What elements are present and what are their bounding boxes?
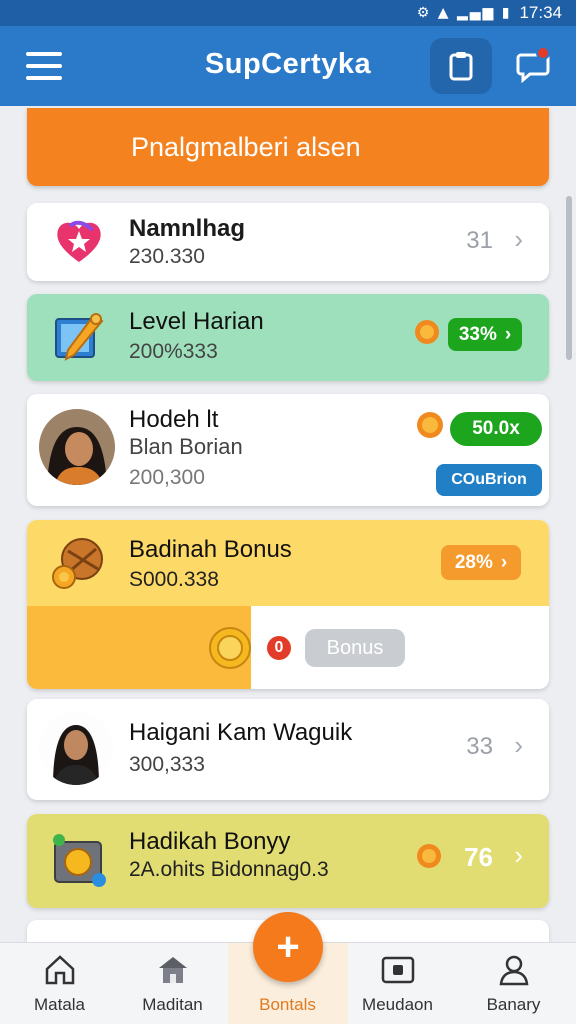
- scrollbar[interactable]: [566, 196, 572, 360]
- pencil-tablet-icon: [45, 304, 113, 372]
- bonus-button[interactable]: Bonus: [305, 629, 405, 667]
- chat-button[interactable]: [510, 44, 556, 90]
- card-title: Namnlhag: [129, 215, 246, 242]
- badge-button[interactable]: 50.0x: [450, 412, 542, 446]
- bonus-button-label: Bonus: [326, 636, 384, 659]
- app-bar: SupCertyka: [0, 26, 576, 106]
- status-bar: ⚙ ▲ ▂▄▆ ▮ 17:34: [0, 0, 576, 26]
- card-subtitle: Blan Borian: [129, 434, 243, 459]
- card-subtitle: 230.330: [129, 245, 205, 268]
- coin-icon: [209, 627, 251, 669]
- badge-value: 28%: [454, 551, 493, 573]
- card-count: 33: [466, 733, 493, 760]
- coin-icon: [415, 320, 439, 344]
- bonus-count-badge: 0: [267, 636, 291, 660]
- nav-label: Maditan: [142, 995, 203, 1014]
- clipboard-icon: [449, 52, 473, 81]
- chevron-right-icon: ›: [504, 323, 512, 345]
- card-title: Level Harian: [129, 308, 264, 335]
- card-count: 31: [466, 227, 493, 254]
- avatar: [39, 409, 115, 485]
- status-time: 17:34: [519, 3, 562, 22]
- list-card[interactable]: Hadikah Bonyy 2A.ohits Bidonnag0.3 76 ›: [27, 814, 549, 908]
- bonus-card[interactable]: Badinah Bonus S000.338 28% › 0 Bonus: [27, 520, 549, 689]
- chevron-right-icon: ›: [514, 840, 523, 870]
- chevron-right-icon: ›: [500, 551, 508, 573]
- nav-label: Banary: [486, 995, 541, 1014]
- badge-button[interactable]: 28% ›: [441, 545, 521, 580]
- clipboard-button[interactable]: [430, 38, 492, 94]
- list-card[interactable]: Hodeh lt Blan Borian 200,300 50.0x COuBr…: [27, 394, 549, 506]
- nav-label: Meudaon: [362, 995, 433, 1014]
- card-title: Haigani Kam Waguik: [129, 719, 353, 746]
- coin-icon: [417, 412, 443, 438]
- card-title: Badinah Bonus: [129, 536, 292, 563]
- nav-item-profile[interactable]: Banary: [456, 943, 571, 1024]
- nav-item-store[interactable]: Maditan: [115, 943, 230, 1024]
- card-detail: 200,300: [129, 466, 205, 489]
- nav-label: Matala: [33, 995, 86, 1014]
- nav-item-home[interactable]: Matala: [2, 943, 117, 1024]
- treasure-coins-icon: [45, 528, 113, 596]
- status-icons: ⚙ ▲ ▂▄▆ ▮: [416, 5, 512, 21]
- collect-label: COuBrion: [451, 471, 527, 488]
- card-title: Hodeh lt: [129, 406, 219, 433]
- store-icon: [158, 957, 187, 983]
- card-count: 76: [464, 842, 493, 872]
- chevron-right-icon: ›: [514, 730, 523, 760]
- coin-icon: [417, 844, 441, 868]
- add-fab-button[interactable]: +: [253, 912, 323, 982]
- media-icon: [381, 956, 414, 984]
- badge-value: 33%: [458, 323, 497, 345]
- heart-star-icon: [45, 207, 113, 275]
- list-card[interactable]: Haigani Kam Waguik 300,333 33 ›: [27, 699, 549, 800]
- chevron-right-icon: ›: [514, 224, 523, 254]
- card-subtitle: 2A.ohits Bidonnag0.3: [129, 858, 329, 881]
- banner-text: Pnalgmalberi alsen: [131, 131, 361, 162]
- nav-item-media[interactable]: Meudaon: [340, 943, 455, 1024]
- badge-value: 50.0x: [472, 418, 520, 439]
- bonus-count: 0: [274, 639, 284, 656]
- badge-button[interactable]: 33% ›: [448, 318, 522, 351]
- profile-icon: [499, 955, 528, 986]
- card-title: Hadikah Bonyy: [129, 828, 291, 855]
- card-subtitle: S000.338: [129, 568, 219, 591]
- list-card[interactable]: Level Harian 200%333 33% ›: [27, 294, 549, 381]
- promo-banner[interactable]: Pnalgmalberi alsen: [27, 108, 549, 186]
- plus-icon: +: [276, 924, 300, 969]
- list-card[interactable]: Namnlhag 230.330 31 ›: [27, 203, 549, 281]
- notification-dot: [536, 46, 550, 60]
- home-icon: [45, 955, 74, 985]
- card-subtitle: 300,333: [129, 753, 205, 776]
- wallet-icon: [45, 826, 113, 894]
- avatar: [39, 711, 113, 785]
- card-subtitle: 200%333: [129, 340, 218, 363]
- collect-button[interactable]: COuBrion: [436, 464, 542, 496]
- nav-label: Bontals: [259, 995, 316, 1014]
